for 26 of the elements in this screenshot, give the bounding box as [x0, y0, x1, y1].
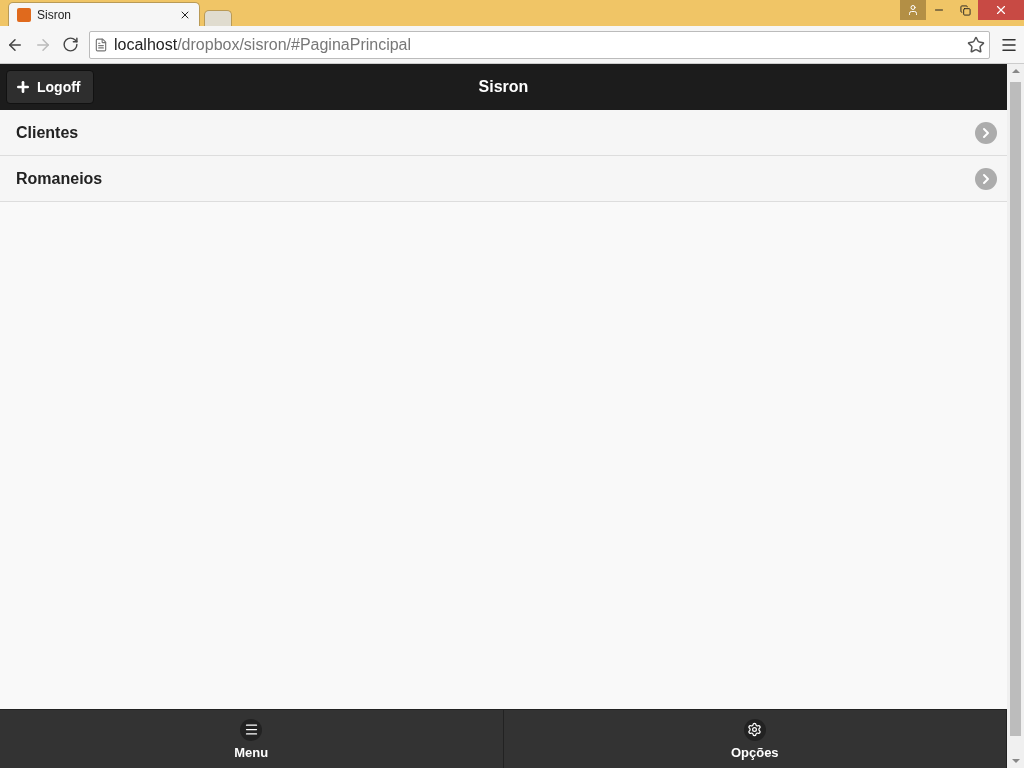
person-icon: [907, 4, 919, 16]
browser-tab[interactable]: [204, 10, 232, 26]
settings-icon: [747, 722, 763, 737]
scrollbar[interactable]: [1007, 64, 1024, 768]
menu-icon: [243, 722, 259, 737]
close-icon: [994, 3, 1008, 17]
plus-icon: [15, 79, 31, 95]
close-button[interactable]: [978, 0, 1024, 20]
reload-icon[interactable]: [62, 36, 79, 53]
profile-button[interactable]: [900, 0, 926, 20]
item-label: Romaneios: [16, 169, 103, 188]
scroll-up-icon[interactable]: [1011, 69, 1020, 73]
favicon-icon: [17, 7, 31, 22]
page-title: Sisron: [478, 78, 529, 96]
url-text: localhost/dropbox/sisron/#PaginaPrincipal: [114, 35, 413, 54]
bookmark-star-icon[interactable]: [967, 35, 985, 54]
restore-icon: [959, 4, 971, 16]
logoff-button[interactable]: Logoff: [6, 70, 94, 104]
address-bar[interactable]: localhost/dropbox/sisron/#PaginaPrincipal: [89, 30, 990, 59]
item-label: Clientes: [16, 123, 79, 142]
page-icon: [94, 37, 108, 52]
scroll-down-icon[interactable]: [1011, 759, 1020, 763]
chevron-icon: [975, 167, 997, 190]
browser-tab[interactable]: Sisron: [8, 2, 200, 26]
tab-title: Sisron: [37, 7, 72, 22]
chevron-icon: [975, 121, 997, 144]
